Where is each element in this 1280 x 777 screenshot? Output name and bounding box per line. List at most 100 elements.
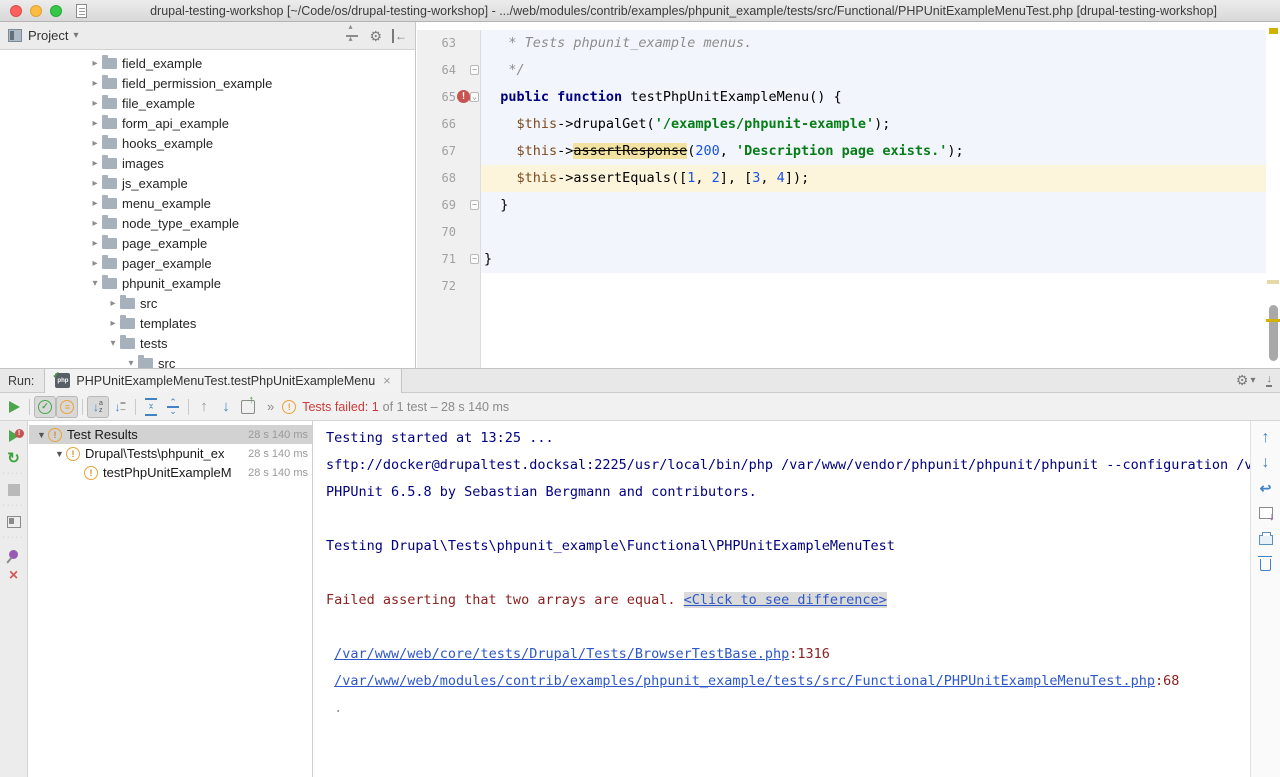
project-tree-item[interactable]: ▾phpunit_example — [0, 273, 415, 293]
print-button[interactable] — [1251, 527, 1280, 549]
failed-test-run-icon[interactable]: ! — [457, 90, 470, 103]
chevron-right-icon[interactable]: ▸ — [88, 138, 102, 149]
scroll-from-source-button[interactable] — [345, 29, 359, 43]
project-tree-item[interactable]: ▸js_example — [0, 173, 415, 193]
project-tree-item[interactable]: ▸menu_example — [0, 193, 415, 213]
scrollbar-thumb[interactable] — [1269, 305, 1278, 361]
fold-marker-icon[interactable]: ⌄ — [470, 92, 479, 102]
chevron-right-icon[interactable]: ▸ — [88, 198, 102, 209]
test-tree-row[interactable]: ▼!Drupal\Tests\phpunit_ex28 s 140 ms — [29, 444, 312, 463]
error-stripe-mark[interactable] — [1267, 280, 1279, 284]
editor-line[interactable]: 72 — [417, 273, 1280, 300]
chevron-down-icon[interactable]: ▾ — [73, 30, 78, 41]
error-stripe-warning-2[interactable] — [1266, 319, 1280, 322]
project-panel-title[interactable]: Project — [28, 28, 68, 43]
restore-layout-button[interactable] — [0, 511, 27, 533]
editor-gutter[interactable]: 63 — [417, 30, 481, 57]
chevron-right-icon[interactable]: ▸ — [88, 158, 102, 169]
project-tree-item[interactable]: ▾tests — [0, 333, 415, 353]
console-link[interactable]: <Click to see difference> — [684, 592, 887, 608]
minimize-window-button[interactable] — [30, 5, 42, 17]
chevron-down-icon[interactable]: ▾ — [124, 358, 138, 369]
editor-gutter[interactable]: 71− — [417, 246, 481, 273]
code-editor[interactable]: 63 * Tests phpunit_example menus.64− */6… — [417, 22, 1280, 368]
editor-line[interactable]: 68 $this->assertEquals([1, 2], [3, 4]); — [417, 165, 1280, 192]
editor-gutter[interactable]: 68 — [417, 165, 481, 192]
soft-wrap-toggle[interactable]: ↩ — [1251, 477, 1280, 499]
previous-failed-test-button[interactable]: ↑ — [193, 396, 215, 418]
fold-marker-icon[interactable]: − — [470, 65, 479, 75]
sort-alphabetically-toggle[interactable]: ↓az — [87, 396, 109, 418]
project-tree-item[interactable]: ▾src — [0, 353, 415, 368]
chevron-right-icon[interactable]: ▸ — [88, 178, 102, 189]
next-failed-test-button[interactable]: ↓ — [215, 396, 237, 418]
scroll-to-end-button[interactable] — [1251, 502, 1280, 524]
fold-marker-icon[interactable]: − — [470, 254, 479, 264]
close-run-panel-button[interactable]: × — [0, 565, 27, 587]
show-ignored-toggle[interactable]: ≡ — [56, 396, 78, 418]
chevron-right-icon[interactable]: ▸ — [106, 318, 120, 329]
project-tree-item[interactable]: ▸field_permission_example — [0, 73, 415, 93]
chevron-down-icon[interactable]: ▼ — [53, 449, 66, 459]
project-tree-item[interactable]: ▸images — [0, 153, 415, 173]
expand-all-button[interactable]: ⌄⌃ — [140, 396, 162, 418]
chevron-right-icon[interactable]: ▸ — [88, 58, 102, 69]
chevron-right-icon[interactable]: ▸ — [88, 78, 102, 89]
down-stacktrace-button[interactable]: ↓ — [1251, 452, 1280, 474]
editor-gutter[interactable]: 64− — [417, 57, 481, 84]
chevron-right-icon[interactable]: ▸ — [88, 258, 102, 269]
project-tree-item[interactable]: ▸node_type_example — [0, 213, 415, 233]
clear-console-button[interactable] — [1251, 552, 1280, 574]
chevron-down-icon[interactable]: ▾ — [88, 278, 102, 289]
rerun-tests-button[interactable] — [3, 396, 25, 418]
editor-line[interactable]: 66 $this->drupalGet('/examples/phpunit-e… — [417, 111, 1280, 138]
gear-icon[interactable]: ⚙ — [369, 29, 382, 43]
editor-line[interactable]: 67 $this->assertResponse(200, 'Descripti… — [417, 138, 1280, 165]
collapse-all-button[interactable]: ⌃⌄ — [162, 396, 184, 418]
hide-panel-button[interactable]: ← — [392, 29, 407, 43]
chevron-right-icon[interactable]: ▸ — [88, 118, 102, 129]
editor-gutter[interactable]: 65!⌄ — [417, 84, 481, 111]
fold-marker-icon[interactable]: − — [470, 200, 479, 210]
run-configuration-tab[interactable]: php✓ PHPUnitExampleMenuTest.testPhpUnitE… — [44, 369, 401, 393]
test-console-output[interactable]: Testing started at 13:25 ...sftp://docke… — [314, 421, 1250, 777]
zoom-window-button[interactable] — [50, 5, 62, 17]
chevron-right-icon[interactable]: ▸ — [106, 298, 120, 309]
gear-icon[interactable]: ⚙ — [1236, 373, 1249, 387]
project-tree-item[interactable]: ▸pager_example — [0, 253, 415, 273]
test-tree-row[interactable]: !testPhpUnitExampleM28 s 140 ms — [29, 463, 312, 482]
editor-line[interactable]: 70 — [417, 219, 1280, 246]
more-icon[interactable]: » — [267, 399, 274, 414]
import-test-results-button[interactable] — [237, 396, 259, 418]
project-tree-item[interactable]: ▸hooks_example — [0, 133, 415, 153]
project-tree-item[interactable]: ▸src — [0, 293, 415, 313]
project-tree-item[interactable]: ▸field_example — [0, 53, 415, 73]
editor-line[interactable]: 64− */ — [417, 57, 1280, 84]
editor-gutter[interactable]: 66 — [417, 111, 481, 138]
test-tree-row[interactable]: ▼!Test Results28 s 140 ms — [29, 425, 312, 444]
chevron-down-icon[interactable]: ▼ — [35, 430, 48, 440]
pin-tab-button[interactable] — [0, 543, 27, 565]
stop-button[interactable] — [0, 479, 27, 501]
close-window-button[interactable] — [10, 5, 22, 17]
show-passed-toggle[interactable]: ✓ — [34, 396, 56, 418]
project-tree-item[interactable]: ▸page_example — [0, 233, 415, 253]
console-link[interactable]: /var/www/web/modules/contrib/examples/ph… — [334, 673, 1155, 689]
chevron-down-icon[interactable]: ▾ — [106, 338, 120, 349]
editor-gutter[interactable]: 67 — [417, 138, 481, 165]
editor-gutter[interactable]: 69− — [417, 192, 481, 219]
up-stacktrace-button[interactable]: ↑ — [1251, 427, 1280, 449]
editor-gutter[interactable]: 70 — [417, 219, 481, 246]
close-tab-icon[interactable]: × — [383, 373, 391, 388]
editor-line[interactable]: 69− } — [417, 192, 1280, 219]
console-link[interactable]: /var/www/web/core/tests/Drupal/Tests/Bro… — [334, 646, 789, 662]
chevron-right-icon[interactable]: ▸ — [88, 98, 102, 109]
editor-gutter[interactable]: 72 — [417, 273, 481, 300]
chevron-right-icon[interactable]: ▸ — [88, 238, 102, 249]
chevron-right-icon[interactable]: ▸ — [88, 218, 102, 229]
editor-line[interactable]: 63 * Tests phpunit_example menus. — [417, 30, 1280, 57]
editor-line[interactable]: 71−} — [417, 246, 1280, 273]
hide-run-panel-button[interactable]: ↓ — [1266, 373, 1273, 387]
project-tree-item[interactable]: ▸file_example — [0, 93, 415, 113]
error-stripe-warning[interactable] — [1269, 28, 1278, 34]
